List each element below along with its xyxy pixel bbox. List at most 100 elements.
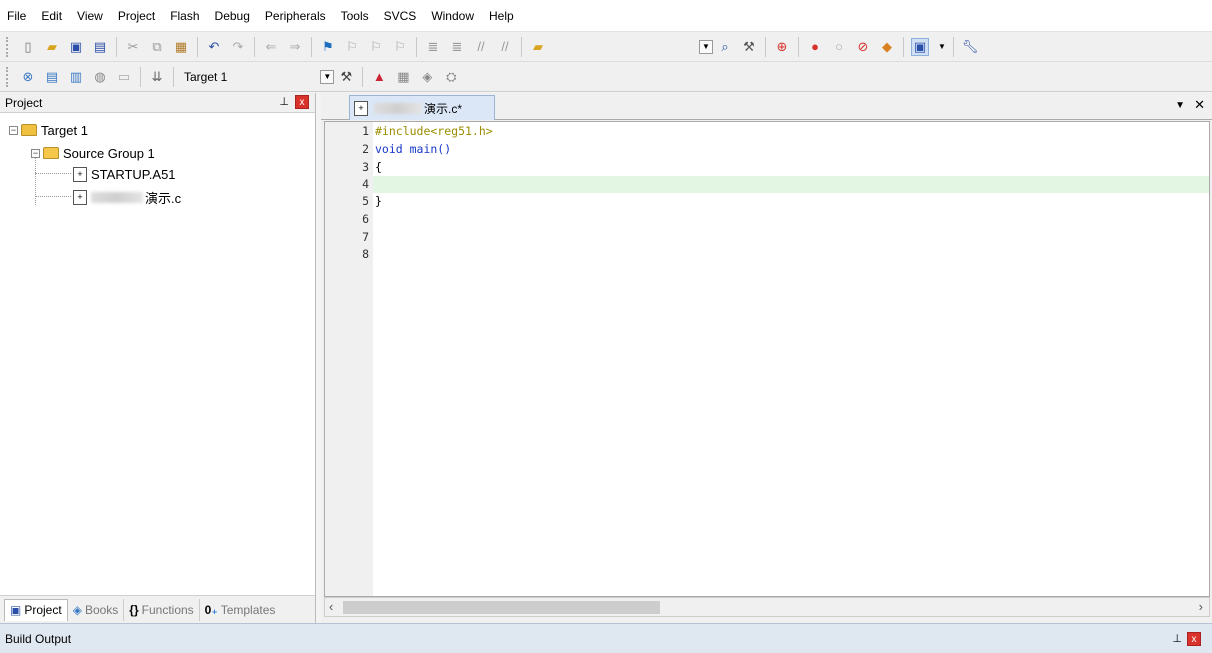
scroll-left-icon[interactable]: ‹ <box>329 599 333 614</box>
window-layout-icon[interactable]: ▣ <box>911 37 929 56</box>
tab-books[interactable]: ◈ Books <box>68 598 125 621</box>
redo-icon[interactable]: ↷ <box>229 38 247 56</box>
code-line[interactable]: 4 <box>325 176 1209 193</box>
tree-label-file: 演示.c <box>145 190 182 206</box>
menu-peripherals[interactable]: Peripherals <box>265 9 326 23</box>
window-layout-dropdown-icon[interactable]: ▼ <box>935 40 949 54</box>
code-text: void main() <box>375 142 452 156</box>
menu-edit[interactable]: Edit <box>41 9 62 23</box>
line-number: 4 <box>362 177 369 191</box>
find-in-files-icon[interactable]: ▰ <box>529 38 547 56</box>
code-editor[interactable]: 1 #include<reg51.h> 2 void main() 3 { 4 … <box>324 121 1210 597</box>
code-line[interactable]: 7 <box>325 229 1209 246</box>
code-line[interactable]: 5 } <box>325 193 1209 210</box>
toolbar-separator <box>116 36 117 57</box>
disable-breakpoint-icon[interactable]: ○ <box>830 38 848 56</box>
target-options-icon[interactable]: ⚒ <box>337 68 355 86</box>
save-all-icon[interactable]: ▤ <box>91 38 109 56</box>
pin-icon[interactable]: ⊥ <box>279 95 289 108</box>
pack-installer-icon[interactable]: ⛭ <box>442 68 460 86</box>
breakpoint-icon[interactable]: ● <box>806 38 824 56</box>
line-number: 5 <box>362 194 369 208</box>
pin-icon[interactable]: ⊥ <box>1172 632 1182 645</box>
download-icon[interactable]: ⇊ <box>148 68 166 86</box>
open-file-icon[interactable]: ▰ <box>43 38 61 56</box>
comment-icon[interactable]: // <box>472 38 490 56</box>
uncomment-icon[interactable]: // <box>496 38 514 56</box>
tree-item-target[interactable]: − Target 1 <box>9 120 88 140</box>
tab-templates[interactable]: 0₊ Templates <box>200 599 281 621</box>
menu-debug[interactable]: Debug <box>215 9 250 23</box>
menu-project[interactable]: Project <box>118 9 155 23</box>
scrollbar-thumb[interactable] <box>343 601 660 614</box>
code-line[interactable]: 8 <box>325 246 1209 263</box>
toolbar-grip[interactable] <box>6 36 10 57</box>
menu-flash[interactable]: Flash <box>170 9 199 23</box>
stop-build-icon[interactable]: ▭ <box>115 68 133 86</box>
code-line[interactable]: 2 void main() <box>325 141 1209 158</box>
navigate-forward-icon[interactable]: ⇒ <box>286 38 304 56</box>
navigate-back-icon[interactable]: ⇐ <box>262 38 280 56</box>
project-tree: − Target 1 − Source Group 1 + STARTUP.A5… <box>0 113 315 593</box>
editor-file-tab[interactable]: + 演示.c* <box>349 95 495 120</box>
undo-icon[interactable]: ↶ <box>205 38 223 56</box>
menu-window[interactable]: Window <box>431 9 474 23</box>
code-line[interactable]: 3 { <box>325 159 1209 176</box>
disable-all-breakpoints-icon[interactable]: ⊘ <box>854 38 872 56</box>
file-icon: + <box>73 166 87 182</box>
tree-item-file[interactable]: + 演示.c <box>73 187 181 207</box>
tab-project[interactable]: ▣ Project <box>4 598 68 621</box>
collapse-icon[interactable]: − <box>9 125 18 135</box>
tree-label-target: Target 1 <box>41 122 88 138</box>
cut-icon[interactable]: ✂ <box>124 38 142 56</box>
clear-bookmarks-icon[interactable]: ⚐ <box>391 38 409 56</box>
kill-all-breakpoints-icon[interactable]: ◆ <box>878 38 896 56</box>
code-line[interactable]: 1 #include<reg51.h> <box>325 123 1209 140</box>
paste-icon[interactable]: ▦ <box>172 38 190 56</box>
menu-svcs[interactable]: SVCS <box>384 9 417 23</box>
menu-tools[interactable]: Tools <box>341 9 369 23</box>
menu-view[interactable]: View <box>77 9 103 23</box>
horizontal-scrollbar[interactable]: ‹ › <box>324 597 1210 617</box>
project-pane: Project ⊥ x − Target 1 − Source Group 1 … <box>0 93 316 623</box>
find-icon[interactable]: ⌕ <box>716 38 734 56</box>
unindent-icon[interactable]: ≣ <box>448 38 466 56</box>
code-line[interactable]: 6 <box>325 211 1209 228</box>
indent-icon[interactable]: ≣ <box>424 38 442 56</box>
batch-build-icon[interactable]: ◍ <box>91 68 109 86</box>
translate-icon[interactable]: ⊗ <box>19 68 37 86</box>
save-icon[interactable]: ▣ <box>67 38 85 56</box>
close-icon[interactable]: x <box>1187 632 1201 646</box>
toolbar-separator <box>953 36 954 57</box>
toolbar-grip[interactable] <box>6 66 10 87</box>
rebuild-icon[interactable]: ▥ <box>67 68 85 86</box>
build-icon[interactable]: ▤ <box>43 68 61 86</box>
menu-help[interactable]: Help <box>489 9 514 23</box>
tab-functions[interactable]: {} Functions <box>124 598 200 621</box>
target-dropdown-icon[interactable]: ▼ <box>320 69 335 84</box>
configure-icon[interactable]: 🔧︎ <box>961 38 979 56</box>
project-icon: ▣ <box>10 603 22 617</box>
tree-item-file[interactable]: + STARTUP.A51 <box>73 164 176 184</box>
code-text: #include<reg51.h> <box>375 124 493 138</box>
tab-list-dropdown-icon[interactable]: ▼ <box>1175 100 1185 111</box>
manage-runtime-icon[interactable]: ◈ <box>418 68 436 86</box>
next-bookmark-icon[interactable]: ⚐ <box>367 38 385 56</box>
target-select[interactable]: Target 1 <box>184 70 227 84</box>
copy-icon[interactable]: ⧉ <box>148 38 166 56</box>
scroll-right-icon[interactable]: › <box>1199 599 1203 614</box>
manage-project-items-icon[interactable]: ▲ <box>370 68 388 86</box>
new-file-icon[interactable]: ▯ <box>19 38 37 56</box>
debug-session-icon[interactable]: ⊕ <box>773 38 791 56</box>
tree-item-source-group[interactable]: − Source Group 1 <box>31 143 155 163</box>
prev-bookmark-icon[interactable]: ⚐ <box>343 38 361 56</box>
collapse-icon[interactable]: − <box>31 148 40 158</box>
find-dropdown-icon[interactable]: ▼ <box>699 39 713 54</box>
menu-file[interactable]: File <box>7 9 26 23</box>
select-packs-icon[interactable]: ▦ <box>394 68 412 86</box>
close-tab-icon[interactable]: ✕ <box>1194 97 1205 113</box>
close-icon[interactable]: x <box>295 95 309 109</box>
tree-label-group: Source Group 1 <box>63 145 155 161</box>
incremental-find-icon[interactable]: ⚒ <box>740 38 758 56</box>
bookmark-icon[interactable]: ⚑ <box>319 38 337 56</box>
